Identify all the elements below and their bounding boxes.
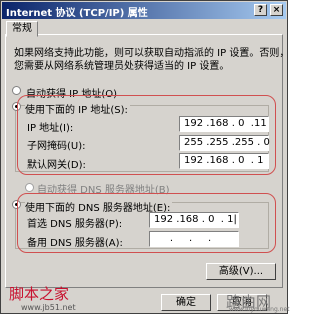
advanced-button[interactable]: 高级(V)... xyxy=(206,263,276,280)
window-title: Internet 协议 (TCP/IP) 属性 xyxy=(6,8,148,19)
ok-button[interactable]: 确定 xyxy=(161,294,211,311)
watermark-jb51-logo: 脚本之家 xyxy=(9,285,70,303)
ip-highlight-box xyxy=(17,95,276,175)
ip-auto-radio[interactable] xyxy=(12,86,21,95)
tab-general[interactable]: 常规 xyxy=(6,21,38,37)
dns-highlight-box xyxy=(17,193,276,253)
dns-auto-radio[interactable] xyxy=(25,183,34,192)
watermark-luyou-url: www.luyouwang.net xyxy=(229,306,290,313)
close-button[interactable]: × xyxy=(270,4,283,16)
watermark-jb51-url: www.jb51.net xyxy=(21,303,76,312)
title-bar: Internet 协议 (TCP/IP) 属性 ? × xyxy=(2,2,286,19)
intro-line-2: 您需要从网络系统管理员处获得适当的 IP 设置。 xyxy=(14,61,230,72)
dialog-window: Internet 协议 (TCP/IP) 属性 ? × 常规 如果网络支持此功能… xyxy=(0,0,290,314)
help-button[interactable]: ? xyxy=(254,4,267,16)
